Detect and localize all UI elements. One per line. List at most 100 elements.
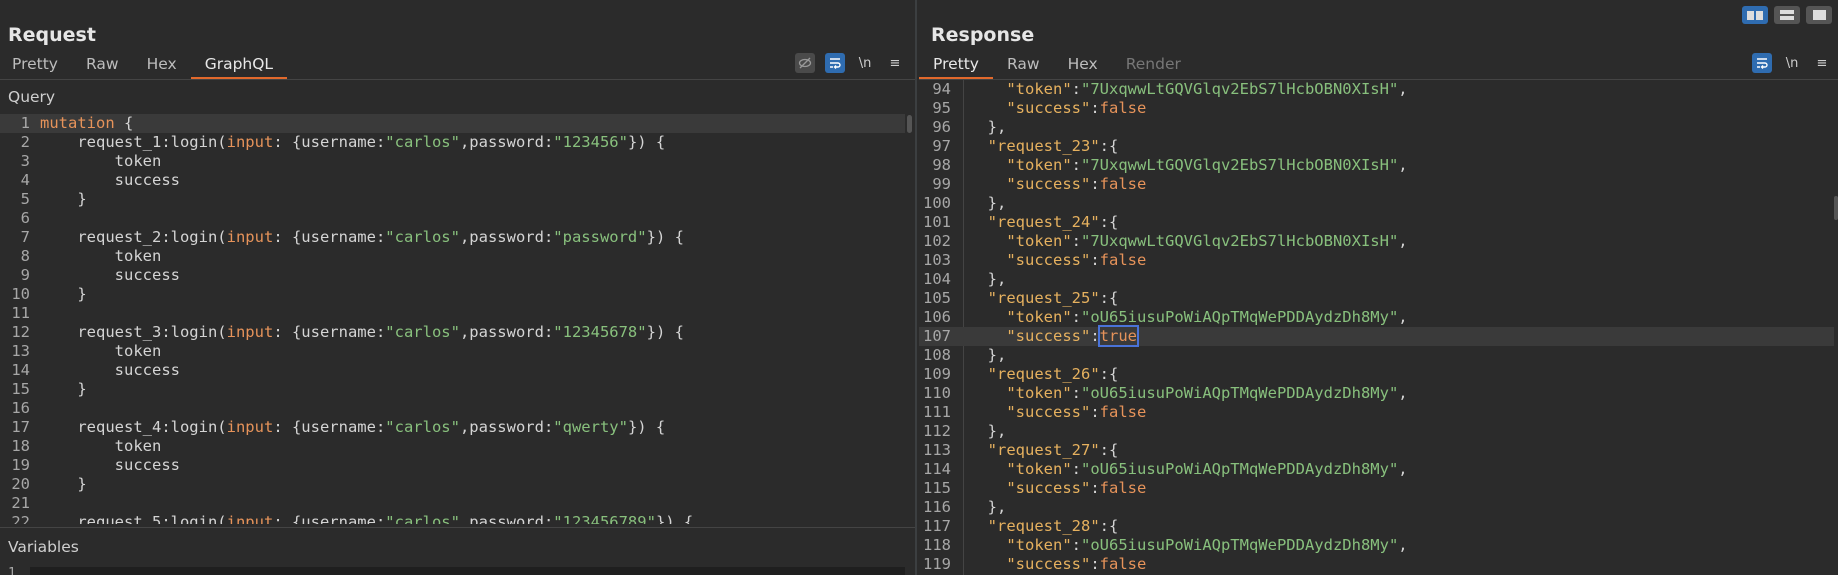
split-horizontal-icon[interactable] <box>1742 6 1768 24</box>
token-fn <box>969 232 1006 250</box>
line-number: 18 <box>11 437 30 455</box>
token-fn: : {username: <box>273 418 386 436</box>
split-vertical-icon[interactable] <box>1774 6 1800 24</box>
tab-pretty[interactable]: Pretty <box>919 52 993 80</box>
line-text: }, <box>951 498 1007 516</box>
code-line: 12 request_3:login(input: {username:"car… <box>0 323 905 342</box>
token-inp: input <box>226 323 274 341</box>
token-fn: : <box>1071 384 1081 402</box>
line-text: "success":false <box>951 403 1146 421</box>
token-fn: :{ <box>1099 213 1119 231</box>
variables-editor[interactable] <box>30 567 905 575</box>
token-fn <box>969 536 1006 554</box>
token-fn: ,password: <box>459 513 554 524</box>
token-fn: , <box>1398 232 1408 250</box>
code-line: 105 "request_25":{ <box>919 289 1834 308</box>
token-str: "carlos" <box>385 133 460 151</box>
line-number: 9 <box>20 266 30 284</box>
line-text: "success":false <box>951 555 1146 573</box>
response-viewer[interactable]: 94 "token":"7UxqwwLtGQVGlqv2EbS7lHcbOBN0… <box>919 80 1834 575</box>
tab-hex[interactable]: Hex <box>147 52 177 80</box>
menu-icon[interactable]: ≡ <box>885 53 905 73</box>
token-key: "success" <box>1006 327 1091 345</box>
word-wrap-icon[interactable] <box>1752 53 1772 73</box>
word-wrap-icon[interactable] <box>825 53 845 73</box>
token-fn: : <box>1090 555 1100 573</box>
line-text <box>30 209 40 227</box>
line-number: 21 <box>11 494 30 512</box>
token-key: "request_27" <box>987 441 1100 459</box>
token-key: "success" <box>1006 251 1091 269</box>
token-fn: , <box>1398 156 1408 174</box>
line-number: 96 <box>932 118 951 136</box>
response-scrollbar[interactable] <box>1834 196 1838 220</box>
response-title: Response <box>931 24 1035 46</box>
line-number: 108 <box>923 346 951 364</box>
token-fn: :{ <box>1099 365 1119 383</box>
line-text: token <box>30 247 162 265</box>
token-inp: input <box>226 418 274 436</box>
code-line: 2 request_1:login(input: {username:"carl… <box>0 133 905 152</box>
code-line: 9 success <box>0 266 905 285</box>
token-fn: : <box>1071 460 1081 478</box>
code-line: 3 token <box>0 152 905 171</box>
code-line: 7 request_2:login(input: {username:"carl… <box>0 228 905 247</box>
line-text <box>30 494 40 512</box>
line-number: 14 <box>11 361 30 379</box>
code-line: 1 mutation { <box>0 114 905 133</box>
line-text: "success":false <box>951 479 1146 497</box>
line-text: "request_25":{ <box>951 289 1119 307</box>
menu-icon[interactable]: ≡ <box>1812 53 1832 73</box>
token-str: "password" <box>553 228 647 246</box>
line-text: success <box>30 361 180 379</box>
token-fn: { <box>114 114 134 132</box>
line-text: "token":"7UxqwwLtGQVGlqv2EbS7lHcbOBN0XIs… <box>951 80 1407 98</box>
request-toolbar: \n ≡ <box>795 52 905 74</box>
token-fn: }) { <box>655 513 694 524</box>
line-text: token <box>30 152 162 170</box>
tab-raw[interactable]: Raw <box>1007 52 1040 80</box>
newline-icon[interactable]: \n <box>855 53 875 73</box>
line-text: request_3:login(input: {username:"carlos… <box>30 323 684 341</box>
token-fn: ,password: <box>459 418 554 436</box>
line-text: token <box>30 342 162 360</box>
tab-render[interactable]: Render <box>1126 52 1181 80</box>
token-fn <box>969 517 988 535</box>
token-fn <box>969 403 1006 421</box>
token-fn <box>969 460 1006 478</box>
hide-nonprintable-icon[interactable] <box>795 53 815 73</box>
code-line: 109 "request_26":{ <box>919 365 1834 384</box>
query-scrollbar[interactable] <box>907 115 912 133</box>
line-text: "token":"oU65iusuPoWiAQpTMqWePDDAydzDh8M… <box>951 536 1407 554</box>
single-pane-icon[interactable] <box>1806 6 1832 24</box>
variables-line-number: 1 <box>8 566 16 575</box>
newline-icon[interactable]: \n <box>1782 53 1802 73</box>
line-text: "success":false <box>951 251 1146 269</box>
code-line: 103 "success":false <box>919 251 1834 270</box>
tab-raw[interactable]: Raw <box>86 52 119 80</box>
line-number: 112 <box>923 422 951 440</box>
token-inp: input <box>226 133 274 151</box>
line-number: 109 <box>923 365 951 383</box>
tab-hex[interactable]: Hex <box>1068 52 1098 80</box>
token-fn: success <box>40 456 180 474</box>
line-number: 119 <box>923 555 951 573</box>
line-number: 19 <box>11 456 30 474</box>
line-number: 6 <box>20 209 30 227</box>
token-fn: token <box>40 342 162 360</box>
tab-pretty[interactable]: Pretty <box>12 52 58 80</box>
response-tabs: Pretty Raw Hex Render <box>919 52 1195 80</box>
token-fn <box>969 80 1006 98</box>
code-line: 119 "success":false <box>919 555 1834 574</box>
token-fn: }, <box>969 422 1007 440</box>
query-editor[interactable]: 1 mutation {2 request_1:login(input: {use… <box>0 114 905 524</box>
line-text: "success":false <box>951 99 1146 117</box>
token-fn: token <box>40 247 162 265</box>
line-number: 3 <box>20 152 30 170</box>
line-text: } <box>30 285 86 303</box>
line-number: 95 <box>932 99 951 117</box>
line-text: success <box>30 456 180 474</box>
tab-graphql[interactable]: GraphQL <box>190 52 288 80</box>
code-line: 96 }, <box>919 118 1834 137</box>
line-number: 99 <box>932 175 951 193</box>
